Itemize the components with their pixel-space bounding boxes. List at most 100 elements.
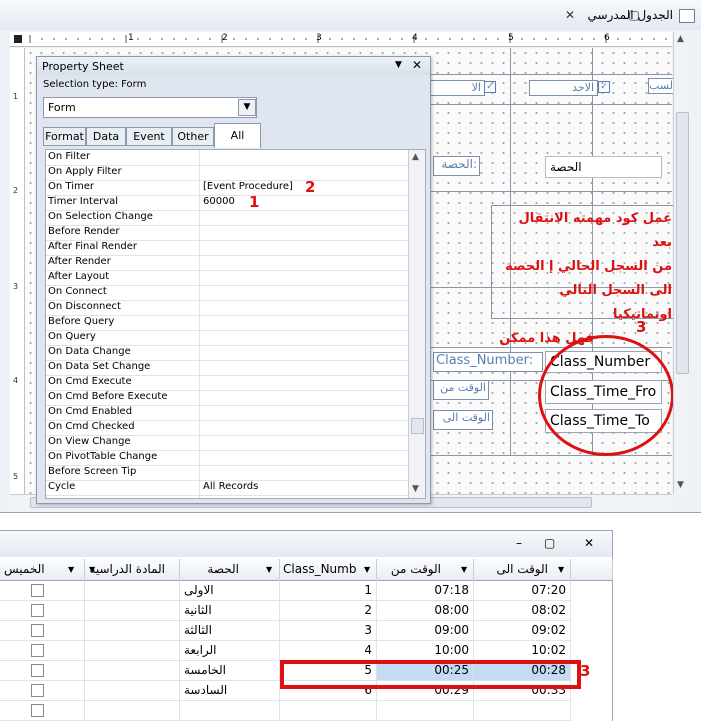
chevron-down-icon[interactable]: ▼ (68, 559, 74, 580)
property-row[interactable]: Before Query (46, 315, 408, 331)
checkbox-thursday[interactable] (31, 644, 44, 657)
column-header-subject[interactable]: المادة الدراسية ▼ (85, 559, 180, 581)
property-row[interactable]: On PivotTable Change (46, 450, 408, 466)
property-row[interactable]: Before Render (46, 225, 408, 241)
cell-time-from[interactable] (377, 700, 474, 721)
property-row[interactable]: On Timer [Event Procedure] (46, 180, 408, 196)
property-scrollbar[interactable]: ▲ ▼ (408, 150, 425, 498)
label-period[interactable]: الحصة: (433, 156, 480, 176)
checkbox-thursday[interactable] (31, 604, 44, 617)
property-row[interactable]: On Filter (46, 150, 408, 166)
checkbox-control[interactable]: ✓ (484, 81, 496, 93)
maximize-icon[interactable]: ▢ (544, 536, 555, 550)
label-time-to[interactable]: الوقت الى (433, 410, 493, 430)
checkbox-thursday[interactable] (31, 664, 44, 677)
cell-time-to[interactable]: 07:20 (474, 580, 571, 601)
close-icon[interactable]: ✕ (560, 7, 580, 23)
cell-subject[interactable] (85, 700, 180, 721)
cell-time-from[interactable]: 07:18 (377, 580, 474, 601)
scroll-down-icon[interactable]: ▼ (412, 484, 419, 494)
checkbox-control[interactable]: ✓ (598, 81, 610, 93)
label-saturday[interactable]: لسب (648, 78, 674, 94)
property-row[interactable]: On Cmd Enabled (46, 405, 408, 421)
property-row[interactable]: On Data Set Change (46, 360, 408, 376)
cell-period[interactable]: الثانية (180, 600, 280, 621)
property-row[interactable]: After Layout (46, 270, 408, 286)
label-day[interactable]: الا (430, 80, 485, 96)
chevron-down-icon[interactable]: ▼ (364, 559, 370, 580)
property-row[interactable]: On Query (46, 330, 408, 346)
cell-period[interactable] (180, 700, 280, 721)
checkbox-thursday[interactable] (31, 684, 44, 697)
cell-subject[interactable] (85, 640, 180, 661)
column-header-time-to[interactable]: الوقت الى ▼ (474, 559, 571, 581)
cell-time-to[interactable]: 08:02 (474, 600, 571, 621)
property-row[interactable]: On Cmd Checked (46, 420, 408, 436)
scrollbar-thumb[interactable] (411, 418, 424, 434)
property-row[interactable]: Cycle All Records (46, 480, 408, 496)
label-class-number[interactable]: Class_Number: (433, 352, 543, 372)
property-row[interactable]: Before Screen Tip (46, 465, 408, 481)
cell-class-number[interactable] (280, 700, 377, 721)
label-sunday[interactable]: الاحد (529, 80, 598, 96)
tab-event[interactable]: Event (126, 127, 172, 146)
column-header-thursday[interactable]: الخميس ▼ (0, 559, 85, 581)
property-row[interactable]: On Cmd Execute (46, 375, 408, 391)
property-row[interactable]: Timer Interval 60000 (46, 195, 408, 211)
checkbox-thursday[interactable] (31, 704, 44, 717)
cell-period[interactable]: الثالثة (180, 620, 280, 641)
cell-subject[interactable] (85, 680, 180, 701)
chevron-down-icon[interactable]: ▼ (558, 559, 564, 580)
minimize-icon[interactable]: – (516, 536, 522, 550)
scroll-down-icon[interactable]: ▼ (677, 480, 684, 490)
column-header-class-number[interactable]: Class_Numb ▼ (280, 559, 377, 581)
cell-class-number[interactable]: 1 (280, 580, 377, 601)
property-row[interactable]: On Disconnect (46, 300, 408, 316)
tab-all[interactable]: All (214, 123, 261, 148)
column-header-period[interactable]: الحصة ▼ (180, 559, 280, 581)
vertical-scrollbar[interactable]: ▲ ▼ (673, 32, 690, 494)
scroll-up-icon[interactable]: ▲ (412, 152, 419, 162)
property-row[interactable]: After Render (46, 255, 408, 271)
scroll-up-icon[interactable]: ▲ (677, 34, 684, 44)
property-value[interactable]: [Event Procedure] (203, 181, 293, 192)
cell-period[interactable]: الاولى (180, 580, 280, 601)
cell-subject[interactable] (85, 600, 180, 621)
object-selector[interactable]: Form ▼ (43, 97, 257, 118)
property-row[interactable]: After Final Render (46, 240, 408, 256)
close-icon[interactable]: ✕ (412, 58, 422, 72)
property-value[interactable]: All Records (203, 481, 258, 492)
chevron-down-icon[interactable]: ▼ (238, 99, 256, 116)
cell-time-from[interactable]: 09:00 (377, 620, 474, 641)
cell-period[interactable]: الخامسة (180, 660, 280, 681)
cell-class-number[interactable]: 3 (280, 620, 377, 641)
label-time-from[interactable]: الوقت من (433, 380, 489, 400)
cell-time-from[interactable]: 08:00 (377, 600, 474, 621)
checkbox-thursday[interactable] (31, 624, 44, 637)
textbox-period[interactable]: الحصة (545, 156, 662, 178)
cell-period[interactable]: الرابعة (180, 640, 280, 661)
minimize-icon[interactable]: – (652, 7, 672, 23)
property-row[interactable]: On Selection Change (46, 210, 408, 226)
property-value[interactable]: 60000 (203, 196, 235, 207)
dropdown-arrow-icon[interactable]: ▼ (395, 60, 402, 70)
column-header-time-from[interactable]: الوقت من ▼ (377, 559, 474, 581)
property-row[interactable]: On Apply Filter (46, 165, 408, 181)
cell-subject[interactable] (85, 620, 180, 641)
cell-period[interactable]: السادسة (180, 680, 280, 701)
property-row[interactable]: On Cmd Before Execute (46, 390, 408, 406)
cell-time-to[interactable]: 10:02 (474, 640, 571, 661)
close-icon[interactable]: ✕ (584, 536, 594, 550)
tab-data[interactable]: Data (86, 127, 126, 146)
cell-time-to[interactable]: 09:02 (474, 620, 571, 641)
property-row[interactable]: On Connect (46, 285, 408, 301)
property-row[interactable]: On View Change (46, 435, 408, 451)
cell-time-to[interactable] (474, 700, 571, 721)
chevron-down-icon[interactable]: ▼ (266, 559, 272, 580)
chevron-down-icon[interactable]: ▼ (89, 559, 95, 580)
chevron-down-icon[interactable]: ▼ (461, 559, 467, 580)
cell-class-number[interactable]: 4 (280, 640, 377, 661)
tab-other[interactable]: Other (172, 127, 214, 146)
select-form-box[interactable] (14, 35, 22, 43)
checkbox-thursday[interactable] (31, 584, 44, 597)
